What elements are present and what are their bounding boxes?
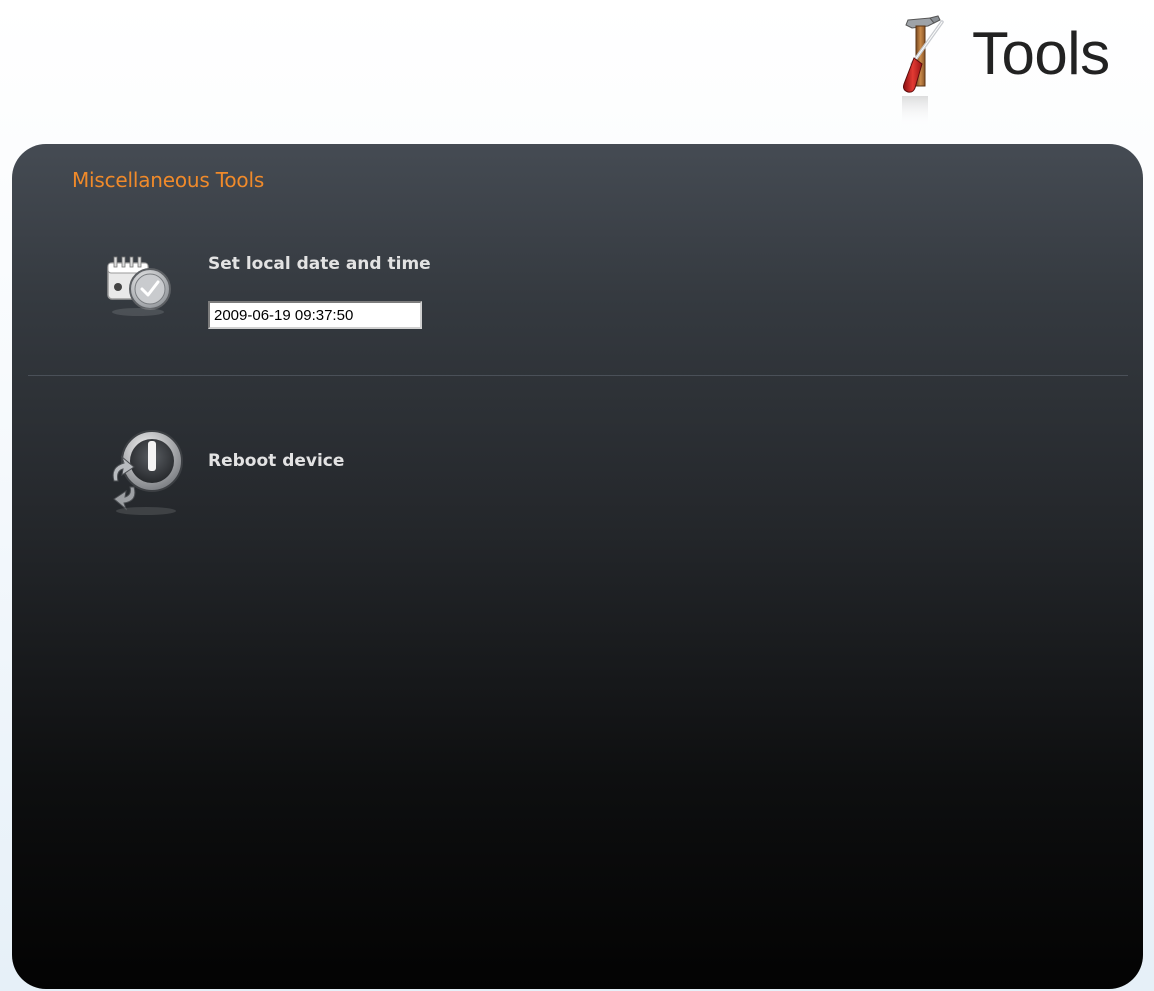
date-time-input[interactable]	[208, 301, 422, 329]
tools-panel: Miscellaneous Tools Set local date and t…	[12, 144, 1143, 989]
page-title: Tools	[972, 20, 1110, 87]
tools-icon	[902, 15, 944, 126]
calendar-clock-icon[interactable]	[100, 249, 180, 317]
set-date-time-label: Set local date and time	[208, 254, 431, 274]
date-time-row: Set local date and time	[12, 239, 1143, 379]
header: Tools	[880, 12, 1140, 132]
divider	[28, 375, 1128, 376]
section-heading: Miscellaneous Tools	[72, 168, 265, 192]
reboot-device-label[interactable]: Reboot device	[208, 451, 344, 471]
reboot-row: Reboot device	[12, 416, 1143, 526]
reboot-power-icon[interactable]	[100, 421, 194, 517]
